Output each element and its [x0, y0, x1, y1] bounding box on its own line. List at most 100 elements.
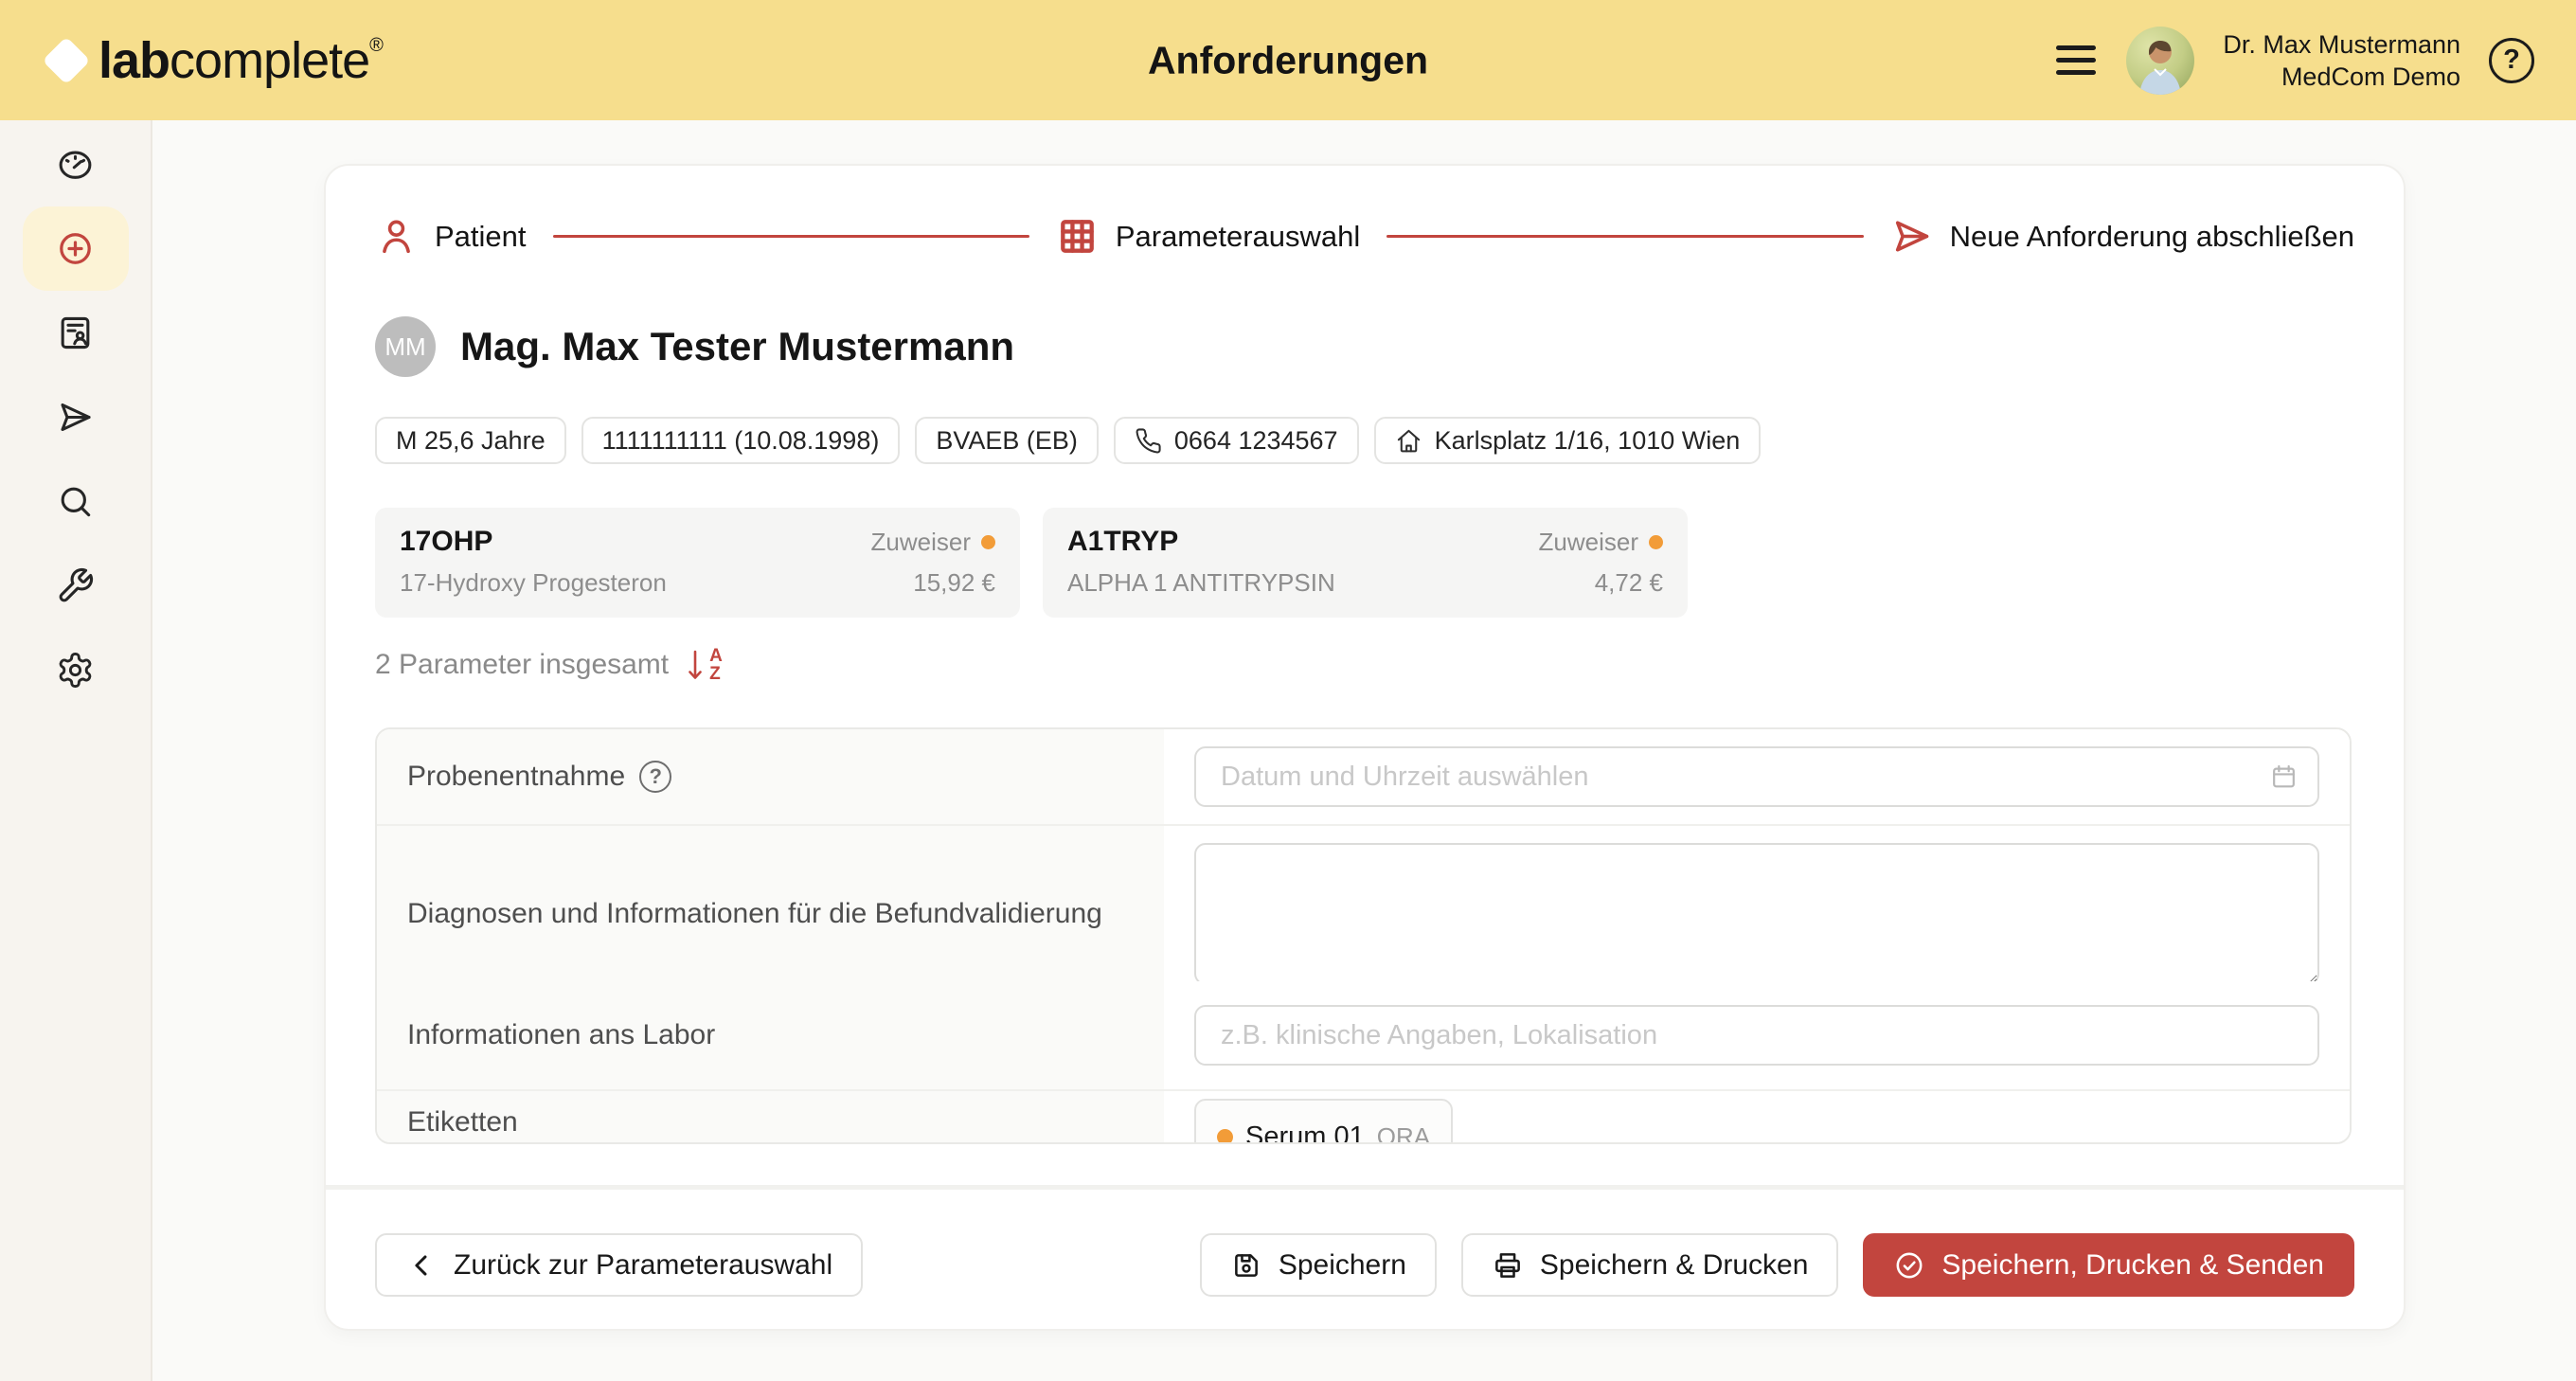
patient-person-icon: [375, 215, 418, 258]
patient-chips: M 25,6 Jahre 1111111111 (10.08.1998) BVA…: [375, 417, 2354, 464]
labels-label-cell: Etiketten: [377, 1091, 1164, 1144]
footer-divider: [326, 1185, 2404, 1190]
form-row-diagnoses: Diagnosen und Informationen für die Befu…: [377, 824, 2350, 979]
parameter-grid-icon: [1056, 215, 1099, 258]
labels-field-cell: Serum 01 ORA: [1164, 1091, 2350, 1144]
save-print-button[interactable]: Speichern & Drucken: [1461, 1233, 1838, 1297]
topbar-right: Dr. Max Mustermann MedCom Demo ?: [2054, 27, 2534, 95]
source-status-dot: [1649, 535, 1663, 549]
sort-arrow-icon: [684, 646, 707, 684]
parameter-code: 17OHP: [400, 526, 492, 558]
user-avatar[interactable]: [2126, 27, 2194, 95]
patient-initials-avatar: MM: [375, 316, 436, 377]
chip-address: Karlsplatz 1/16, 1010 Wien: [1374, 417, 1762, 464]
logo-bold: lab: [98, 32, 170, 89]
user-org: MedCom Demo: [2223, 61, 2460, 93]
sidebar-item-search[interactable]: [23, 459, 129, 544]
lab-info-field-cell: [1164, 981, 2350, 1089]
parameter-price: 15,92 €: [913, 568, 995, 598]
chip-ssn-birthdate: 1111111111 (10.08.1998): [581, 417, 901, 464]
lab-info-label-cell: Informationen ans Labor: [377, 981, 1164, 1089]
footer-actions: Zurück zur Parameterauswahl Speichern: [375, 1233, 2354, 1297]
chevron-left-icon: [405, 1249, 438, 1282]
form-row-lab-info: Informationen ans Labor: [377, 979, 2350, 1089]
sampling-field-cell: [1164, 729, 2350, 824]
sampling-help-icon[interactable]: ?: [639, 761, 671, 793]
sidebar-item-request-list[interactable]: [23, 291, 129, 375]
new-request-plus-icon: [56, 229, 95, 268]
sidebar-item-new-request[interactable]: [23, 206, 129, 291]
diagnoses-label-cell: Diagnosen und Informationen für die Befu…: [377, 826, 1164, 1002]
user-name: Dr. Max Mustermann: [2223, 28, 2460, 61]
tools-wrench-icon: [56, 566, 95, 605]
form-row-labels: Etiketten Serum 01 ORA: [377, 1089, 2350, 1144]
save-actions-group: Speichern Speichern & Drucken Speic: [1200, 1233, 2354, 1297]
back-button[interactable]: Zurück zur Parameterauswahl: [375, 1233, 863, 1297]
label-chip-serum[interactable]: Serum 01 ORA: [1194, 1099, 1453, 1144]
parameter-card-17ohp: 17OHP Zuweiser 17-Hydroxy Progesteron 15…: [375, 508, 1020, 618]
sent-requests-icon: [56, 398, 95, 437]
step-patient[interactable]: Patient: [375, 215, 527, 258]
hamburger-menu-icon[interactable]: [2054, 32, 2098, 89]
request-list-icon: [56, 314, 95, 352]
parameter-source-label: Zuweiser: [871, 528, 971, 557]
sort-letter-z: Z: [709, 665, 723, 683]
save-print-button-label: Speichern & Drucken: [1540, 1249, 1808, 1282]
save-print-send-button-label: Speichern, Drucken & Senden: [1941, 1249, 2324, 1282]
form-row-sampling: Probenentnahme ?: [377, 729, 2350, 824]
top-header: labcomplete® Anforderungen Dr. Max Muste…: [0, 0, 2576, 120]
help-icon[interactable]: ?: [2489, 38, 2534, 83]
label-chip-code: ORA: [1377, 1122, 1430, 1145]
chip-label: M 25,6 Jahre: [396, 426, 546, 456]
help-glyph: ?: [2503, 45, 2520, 76]
diagnoses-textarea[interactable]: [1194, 843, 2319, 985]
dashboard-gauge-icon: [56, 145, 95, 184]
selected-parameters: 17OHP Zuweiser 17-Hydroxy Progesteron 15…: [375, 508, 2354, 618]
parameter-source-label: Zuweiser: [1539, 528, 1638, 557]
chip-label: BVAEB (EB): [936, 426, 1078, 456]
back-button-label: Zurück zur Parameterauswahl: [454, 1249, 832, 1282]
step-connector: [553, 235, 1029, 239]
chip-label: 0664 1234567: [1174, 426, 1338, 456]
label-chip-name: Serum 01: [1245, 1121, 1365, 1145]
lab-info-input[interactable]: [1194, 1005, 2319, 1066]
chip-insurance: BVAEB (EB): [915, 417, 1099, 464]
source-status-dot: [981, 535, 995, 549]
parameter-price: 4,72 €: [1595, 568, 1663, 598]
sampling-label-cell: Probenentnahme ?: [377, 729, 1164, 824]
sort-az-icon[interactable]: A Z: [684, 646, 723, 684]
logo-wordmark: labcomplete®: [98, 31, 383, 90]
chip-label: 1111111111 (10.08.1998): [602, 426, 880, 456]
patient-header: MM Mag. Max Tester Mustermann: [375, 316, 2354, 377]
step-connector: [1386, 235, 1863, 239]
sampling-datetime-input[interactable]: [1194, 746, 2319, 807]
check-circle-icon: [1893, 1249, 1925, 1282]
main-area: Patient Parameterauswahl Neue Anforderun…: [152, 120, 2576, 1381]
sidebar-item-dashboard[interactable]: [23, 122, 129, 206]
sidebar-item-sent-requests[interactable]: [23, 375, 129, 459]
logo[interactable]: labcomplete®: [45, 31, 383, 90]
tube-color-dot: [1217, 1129, 1233, 1145]
request-card: Patient Parameterauswahl Neue Anforderun…: [324, 164, 2406, 1331]
sampling-label: Probenentnahme: [407, 761, 625, 793]
step-label: Parameterauswahl: [1116, 220, 1360, 254]
parameter-code: A1TRYP: [1067, 526, 1178, 558]
parameter-name: 17-Hydroxy Progesteron: [400, 568, 667, 598]
labels-label: Etiketten: [407, 1106, 518, 1139]
chip-label: Karlsplatz 1/16, 1010 Wien: [1435, 426, 1741, 456]
step-parameter[interactable]: Parameterauswahl: [1056, 215, 1360, 258]
sidebar-item-settings[interactable]: [23, 628, 129, 712]
registered-mark: ®: [369, 35, 383, 56]
save-button[interactable]: Speichern: [1200, 1233, 1437, 1297]
step-finish[interactable]: Neue Anforderung abschließen: [1890, 215, 2354, 258]
sidebar-nav: [0, 120, 152, 1381]
stepper: Patient Parameterauswahl Neue Anforderun…: [375, 215, 2354, 258]
save-print-send-button[interactable]: Speichern, Drucken & Senden: [1863, 1233, 2354, 1297]
page-title: Anforderungen: [1148, 38, 1428, 82]
user-info[interactable]: Dr. Max Mustermann MedCom Demo: [2223, 28, 2460, 93]
sort-letters: A Z: [709, 647, 723, 683]
step-label: Neue Anforderung abschließen: [1950, 220, 2354, 254]
search-icon: [56, 482, 95, 521]
calendar-icon[interactable]: [2269, 762, 2299, 792]
sidebar-item-tools[interactable]: [23, 544, 129, 628]
